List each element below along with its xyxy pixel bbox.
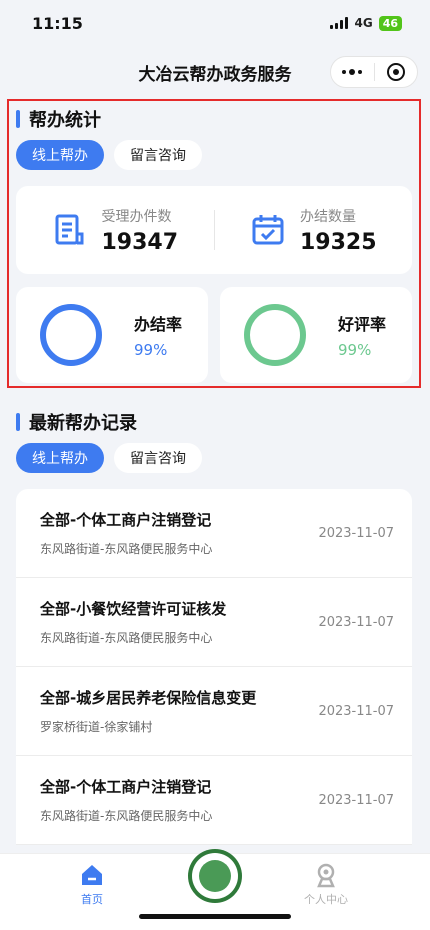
- page-title: 大冶云帮办政务服务: [138, 64, 292, 85]
- battery-icon: 46: [378, 15, 402, 31]
- records-title-text: 最新帮办记录: [29, 413, 137, 434]
- completion-ring-icon: [40, 304, 102, 366]
- accepted-label: 受理办件数: [101, 208, 172, 225]
- tab-personal-center[interactable]: 个人中心: [296, 862, 356, 907]
- records-tabs: 线上帮办 留言咨询: [16, 443, 202, 473]
- status-bar: 11:15 4G 46: [0, 0, 430, 46]
- title-accent-bar: [16, 110, 20, 128]
- count-card: 受理办件数 19347 办结数量 19325: [16, 186, 412, 274]
- tab-home-label: 首页: [81, 893, 103, 906]
- home-icon: [82, 865, 102, 885]
- record-date: 2023-11-07: [318, 525, 394, 541]
- completed-value: 19325: [299, 229, 377, 255]
- completion-rate-label: 办结率: [133, 315, 182, 334]
- praise-rate-value: 99%: [337, 341, 372, 359]
- tab-personal-label: 个人中心: [304, 893, 348, 906]
- praise-rate-label: 好评率: [337, 315, 386, 334]
- tab-message-consult[interactable]: 留言咨询: [114, 140, 202, 170]
- praise-rate-card: 好评率 99%: [220, 287, 412, 383]
- stats-title-text: 帮办统计: [29, 110, 101, 131]
- list-item[interactable]: 全部-个体工商户注销登记 东风路街道-东风路便民服务中心 2023-11-07: [16, 489, 412, 578]
- record-date: 2023-11-07: [318, 792, 394, 808]
- record-date: 2023-11-07: [318, 703, 394, 719]
- record-location: 东风路街道-东风路便民服务中心: [40, 542, 213, 556]
- home-indicator: [139, 914, 291, 919]
- document-icon: [55, 214, 84, 245]
- record-title: 全部-城乡居民养老保险信息变更: [40, 689, 257, 707]
- accepted-count: 受理办件数 19347: [16, 206, 214, 255]
- user-icon: [317, 863, 335, 888]
- list-item[interactable]: 全部-城乡居民养老保险信息变更 罗家桥街道-徐家铺村 2023-11-07: [16, 667, 412, 756]
- completion-rate-card: 办结率 99%: [16, 287, 208, 383]
- record-title: 全部-个体工商户注销登记: [40, 511, 212, 529]
- list-item[interactable]: 全部-个体工商户注销登记 东风路街道-东风路便民服务中心 2023-11-07: [16, 756, 412, 845]
- record-list: 全部-个体工商户注销登记 东风路街道-东风路便民服务中心 2023-11-07 …: [16, 489, 412, 845]
- signal-icon: [330, 17, 349, 29]
- completion-rate-value: 99%: [133, 341, 168, 359]
- tab-message-consult[interactable]: 留言咨询: [114, 443, 202, 473]
- accepted-value: 19347: [101, 229, 179, 255]
- tab-online-help[interactable]: 线上帮办: [16, 443, 104, 473]
- status-indicators: 4G 46: [330, 15, 402, 31]
- record-location: 东风路街道-东风路便民服务中心: [40, 631, 213, 645]
- nav-bar: 大冶云帮办政务服务: [0, 46, 430, 98]
- record-date: 2023-11-07: [318, 614, 394, 630]
- tab-online-help[interactable]: 线上帮办: [16, 140, 104, 170]
- record-title: 全部-个体工商户注销登记: [40, 778, 212, 796]
- record-location: 罗家桥街道-徐家铺村: [40, 720, 153, 734]
- status-time: 11:15: [32, 13, 83, 33]
- target-close-icon[interactable]: [375, 63, 418, 81]
- more-dots-icon[interactable]: [331, 69, 374, 75]
- records-section-title: 最新帮办记录: [16, 409, 137, 435]
- praise-ring-icon: [244, 304, 306, 366]
- list-item[interactable]: 全部-小餐饮经营许可证核发 东风路街道-东风路便民服务中心 2023-11-07: [16, 578, 412, 667]
- title-accent-bar: [16, 413, 20, 431]
- record-location: 东风路街道-东风路便民服务中心: [40, 809, 213, 823]
- completed-label: 办结数量: [299, 208, 356, 225]
- stats-tabs: 线上帮办 留言咨询: [16, 140, 202, 170]
- miniprogram-capsule: [330, 56, 418, 88]
- completed-count: 办结数量 19325: [215, 206, 413, 255]
- network-type: 4G: [354, 16, 373, 30]
- record-title: 全部-小餐饮经营许可证核发: [40, 600, 227, 618]
- center-logo[interactable]: [188, 849, 242, 903]
- stats-section-title: 帮办统计: [16, 106, 101, 132]
- calendar-check-icon: [252, 215, 284, 245]
- tab-home[interactable]: 首页: [62, 862, 122, 907]
